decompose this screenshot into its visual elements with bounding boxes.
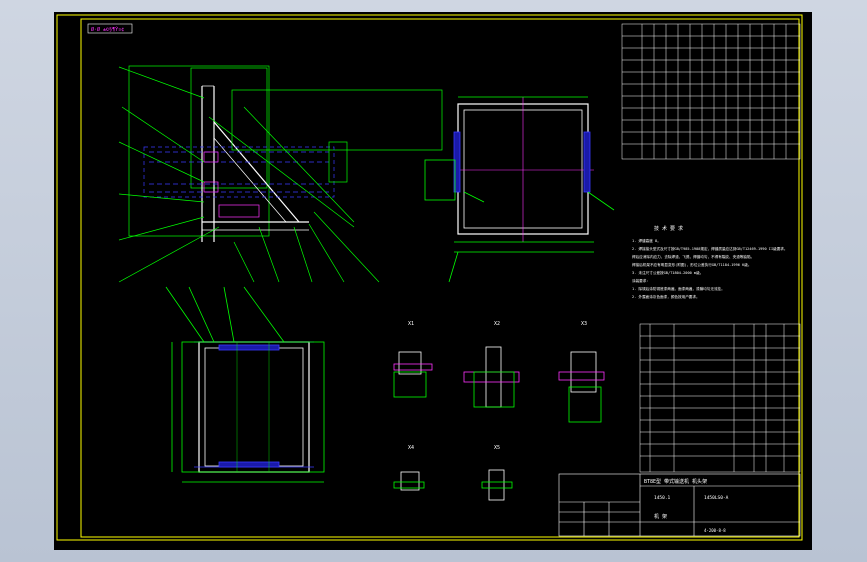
inner-frame bbox=[80, 18, 800, 538]
tech-requirements: 技 术 要 求 1. 焊缝高度 8。 2. 焊接接头型式及尺寸按GB/T985-… bbox=[632, 225, 787, 299]
product-name: BT8E型 带式输送机 机头架 bbox=[644, 478, 707, 485]
detail-label: X1 bbox=[408, 321, 414, 327]
revision-table bbox=[621, 23, 801, 160]
plan-view bbox=[165, 286, 325, 483]
tech-line: 涂装要求： bbox=[632, 278, 650, 283]
corner-tag: Ø·Ø ±©§¶Ý¤¢ bbox=[91, 26, 124, 33]
detail-label: X3 bbox=[581, 321, 587, 327]
tech-line: 1. 除锈后涂防锈底漆两遍，面漆两遍，漆膜均匀无流挂。 bbox=[632, 286, 725, 291]
detail-label: X5 bbox=[494, 445, 500, 451]
parts-list bbox=[639, 323, 801, 473]
drawing-number: 1450.1 bbox=[654, 495, 671, 501]
front-view bbox=[424, 96, 615, 283]
side-view bbox=[118, 65, 443, 283]
tech-line: 2. 外露面涂灰色面漆，颜色按用户要求。 bbox=[632, 294, 700, 299]
tech-line: 3. 未注尺寸公差按GB/T1804-2000 m级。 bbox=[632, 270, 703, 275]
drawing-canvas: Ø·Ø ±©§¶Ý¤¢ X1 X2 X3 X4 X5 技 术 要 求 1. 焊缝… bbox=[56, 14, 803, 541]
cad-viewport[interactable]: Ø·Ø ±©§¶Ý¤¢ X1 X2 X3 X4 X5 技 术 要 求 1. 焊缝… bbox=[54, 12, 812, 550]
detail-label: X2 bbox=[494, 321, 500, 327]
details bbox=[393, 346, 605, 501]
tech-line: 焊接后机架不应有明显变形(附图)，形位公差执行GB/T1184-1996 K级。 bbox=[632, 262, 751, 267]
drawing-number-2: 1450LS0-A bbox=[704, 495, 729, 501]
drawing-code: 4-200-8-8 bbox=[704, 528, 726, 533]
tech-line: 2. 焊接接头型式及尺寸按GB/T985-1988规定，焊缝质量应达到GB/T1… bbox=[632, 246, 787, 251]
tech-line: 焊后应消除内应力，去除焊渣、飞溅，焊缝均匀，不得有裂纹、夹渣等缺陷。 bbox=[632, 254, 754, 259]
part-name: 机 架 bbox=[654, 513, 667, 520]
tech-title: 技 术 要 求 bbox=[654, 225, 683, 232]
tech-line: 1. 焊缝高度 8。 bbox=[632, 238, 661, 243]
side-dim-box bbox=[128, 65, 270, 237]
detail-label: X4 bbox=[408, 445, 414, 451]
